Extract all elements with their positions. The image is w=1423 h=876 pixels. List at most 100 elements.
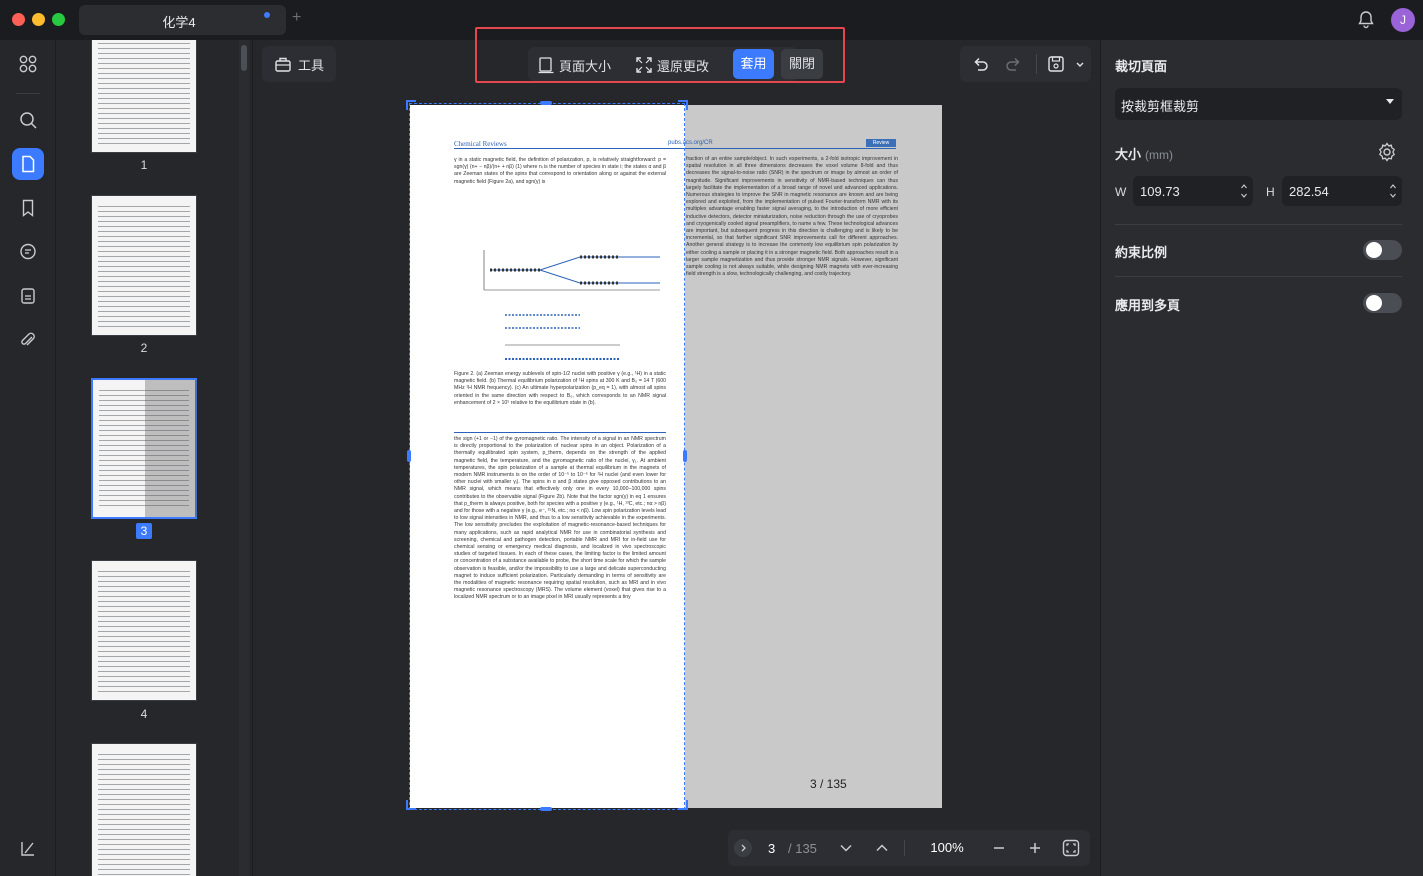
- thumbnail-scrollbar[interactable]: [241, 45, 247, 71]
- thumbnail-scroll-track[interactable]: [239, 40, 249, 876]
- bookmark-icon: [22, 199, 34, 217]
- crop-handle-bottom[interactable]: [540, 807, 552, 811]
- zoom-in-icon[interactable]: [1026, 839, 1044, 857]
- crop-handle-top[interactable]: [540, 101, 552, 105]
- nav-divider: [904, 840, 905, 856]
- apply-to-multiple-pages-label: 應用到多頁: [1115, 298, 1181, 313]
- chevron-up-icon[interactable]: [873, 839, 891, 857]
- review-badge: Review: [866, 139, 896, 147]
- page-thumbnail-2[interactable]: [91, 195, 197, 336]
- stepper-icon[interactable]: [1241, 183, 1247, 199]
- page-size-label: 頁面大小: [559, 58, 612, 74]
- right-column-body: fraction of an entire sample/object. In …: [686, 156, 898, 278]
- panel-title: 裁切頁面: [1115, 59, 1168, 74]
- undo-icon[interactable]: [970, 54, 990, 74]
- close-window-button[interactable]: [12, 13, 25, 26]
- crop-mode-value: 按裁剪框裁剪: [1121, 99, 1200, 114]
- constrain-proportions-toggle[interactable]: [1363, 240, 1402, 260]
- size-label: 大小 (mm): [1115, 144, 1173, 163]
- toolbar-divider: [1036, 54, 1037, 74]
- chevron-down-icon[interactable]: [837, 839, 855, 857]
- width-value: 109.73: [1140, 184, 1180, 199]
- save-icon[interactable]: [1046, 54, 1066, 74]
- sidebar-toggle-icon: [21, 842, 34, 856]
- app-window: 化学4 + J 1 2 3 4 工具 頁面大小 還原更改 套用 關閉 Chemi…: [0, 0, 1423, 876]
- fit-page-icon[interactable]: [1061, 838, 1081, 858]
- height-label: H: [1266, 185, 1275, 199]
- gear-icon[interactable]: [1376, 141, 1398, 163]
- zoom-window-button[interactable]: [52, 13, 65, 26]
- page-thumbnail-1[interactable]: [91, 40, 197, 153]
- toggle-knob: [1366, 242, 1382, 258]
- bookmarks-button[interactable]: [12, 192, 44, 224]
- thumbnail-label: 2: [140, 341, 148, 355]
- height-input[interactable]: 282.54: [1282, 176, 1402, 206]
- crop-handle-top-right[interactable]: [678, 100, 688, 110]
- crop-handle-left[interactable]: [407, 450, 411, 462]
- page-thumbnail-3[interactable]: [91, 378, 197, 519]
- zoom-out-icon[interactable]: [990, 839, 1008, 857]
- grid-view-button[interactable]: [12, 48, 44, 80]
- document-tab[interactable]: 化学4: [79, 5, 286, 35]
- stepper-icon[interactable]: [1390, 183, 1396, 199]
- reset-changes-button[interactable]: 還原更改: [635, 53, 709, 77]
- avatar[interactable]: J: [1391, 8, 1415, 32]
- width-input[interactable]: 109.73: [1133, 176, 1253, 206]
- chevron-down-icon[interactable]: [1070, 54, 1090, 74]
- minimize-window-button[interactable]: [32, 13, 45, 26]
- panel-divider: [1115, 224, 1402, 225]
- page-thumbnail-5[interactable]: [91, 743, 197, 876]
- comments-button[interactable]: [12, 236, 44, 268]
- panel-divider: [1115, 276, 1402, 277]
- form-icon: [21, 288, 35, 304]
- thumbnail-panel: 1 2 3 4: [57, 40, 253, 876]
- tools-button[interactable]: 工具: [262, 46, 336, 82]
- apply-button[interactable]: 套用: [733, 49, 774, 79]
- crop-handle-right[interactable]: [683, 450, 687, 462]
- unsaved-indicator-dot: [264, 12, 270, 18]
- pages-button[interactable]: [12, 148, 44, 180]
- current-page: 3: [768, 841, 776, 856]
- thumbnail-crop-shade: [145, 380, 197, 517]
- page-icon: [22, 155, 35, 173]
- zoom-level[interactable]: 100%: [915, 836, 979, 860]
- crop-handle-top-left[interactable]: [406, 100, 416, 110]
- attachments-button[interactable]: [12, 324, 44, 356]
- sidebar-toggle-button[interactable]: [12, 832, 44, 864]
- comment-icon: [20, 243, 36, 260]
- paperclip-icon: [21, 332, 35, 346]
- page-navigation-bar: 3 / 135 100%: [728, 830, 1090, 866]
- edit-toolbar: [960, 46, 1091, 82]
- page-size-icon: [538, 57, 554, 74]
- size-label-text: 大小: [1115, 147, 1142, 162]
- document-canvas: Chemical Reviews pubs.acs.org/CR Review …: [254, 90, 1099, 832]
- redo-icon[interactable]: [1004, 54, 1024, 74]
- search-icon: [20, 112, 37, 129]
- bell-icon[interactable]: [1356, 10, 1376, 30]
- crop-handle-bottom-right[interactable]: [678, 800, 688, 810]
- page-thumbnail-4[interactable]: [91, 560, 197, 701]
- crop-mode-select[interactable]: 按裁剪框裁剪: [1115, 88, 1402, 120]
- forms-button[interactable]: [12, 280, 44, 312]
- toggle-knob: [1366, 295, 1382, 311]
- crop-handle-bottom-left[interactable]: [406, 800, 416, 810]
- width-label: W: [1115, 185, 1127, 199]
- new-tab-button[interactable]: +: [292, 9, 301, 27]
- search-button[interactable]: [12, 104, 44, 136]
- crop-settings-panel: 裁切頁面 按裁剪框裁剪 大小 (mm) W 109.73 H 282.54 約束比: [1100, 40, 1423, 876]
- thumbnail-content: [98, 569, 190, 692]
- previous-page-button[interactable]: [734, 839, 752, 857]
- thumbnail-label: 1: [140, 158, 148, 172]
- close-button[interactable]: 關閉: [781, 49, 823, 79]
- height-value: 282.54: [1289, 184, 1329, 199]
- thumbnail-label: 3: [91, 523, 197, 539]
- chevron-right-icon: [741, 844, 746, 852]
- page-indicator: 3 / 135: [810, 777, 847, 791]
- tools-label: 工具: [297, 57, 324, 73]
- page-size-button[interactable]: 頁面大小: [537, 53, 611, 77]
- total-pages: / 135: [788, 841, 817, 856]
- left-rail: [0, 40, 56, 876]
- apply-to-multiple-pages-toggle[interactable]: [1363, 293, 1402, 313]
- crop-box[interactable]: [409, 103, 685, 810]
- size-unit: (mm): [1145, 148, 1173, 162]
